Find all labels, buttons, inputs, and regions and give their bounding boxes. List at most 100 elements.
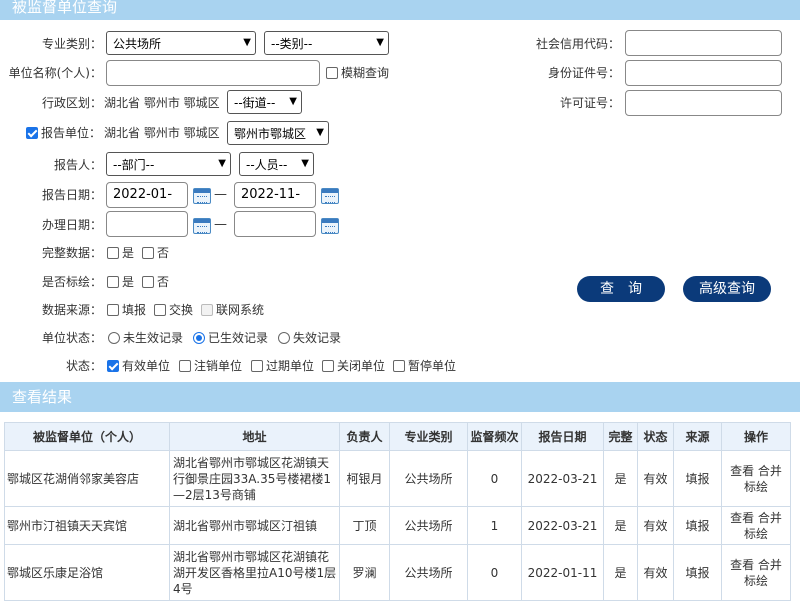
category-select[interactable]: 公共场所 ▼ [106, 31, 256, 55]
marked-yes-label: 是 [122, 275, 135, 289]
advanced-search-button[interactable]: 高级查询 [683, 276, 771, 302]
license-number-input[interactable] [625, 90, 782, 116]
cell-frequency: 0 [467, 450, 522, 507]
license-number-label: 许可证号： [559, 96, 620, 110]
complete-no-label: 否 [157, 246, 170, 260]
cell-complete: 是 [603, 544, 638, 601]
results-table: 被监督单位（个人） 地址 负责人 专业类别 监督频次 报告日期 完整 状态 来源… [4, 422, 791, 601]
street-select-value: --街道-- [234, 95, 276, 110]
report-unit-select[interactable]: 鄂州市鄂城区 ▼ [227, 121, 329, 145]
complete-no-checkbox[interactable] [142, 247, 154, 259]
column-header-date: 报告日期 [521, 422, 604, 451]
status-expired-label: 失效记录 [293, 331, 342, 345]
handle-date-from-input[interactable] [106, 211, 188, 237]
view-link[interactable]: 查看 [730, 511, 754, 525]
fuzzy-search-checkbox[interactable] [326, 67, 338, 79]
cell-unit: 鄂城区花湖俏邻家美容店 [4, 450, 170, 507]
chevron-down-icon: ▼ [316, 127, 324, 138]
marked-yes-checkbox[interactable] [107, 276, 119, 288]
merge-link[interactable]: 合并 [758, 511, 782, 525]
id-number-input[interactable] [625, 60, 782, 86]
complete-yes-checkbox[interactable] [107, 247, 119, 259]
status-expired-radio[interactable] [278, 332, 290, 344]
calendar-icon[interactable] [193, 218, 211, 234]
data-source-label: 数据来源： [41, 303, 102, 317]
mark-link[interactable]: 标绘 [744, 574, 768, 588]
id-number-label: 身份证件号： [547, 66, 620, 80]
subcategory-select[interactable]: --类别-- ▼ [264, 31, 389, 55]
report-unit-label: 报告单位： [41, 126, 102, 140]
mark-link[interactable]: 标绘 [744, 527, 768, 541]
calendar-icon[interactable] [321, 218, 339, 234]
status-effective-radio[interactable] [193, 332, 205, 344]
street-select[interactable]: --街道-- ▼ [227, 90, 302, 114]
complete-data-label: 完整数据： [41, 246, 102, 260]
results-section-header: 查看结果 [0, 382, 800, 412]
state-closed-checkbox[interactable] [322, 360, 334, 372]
cell-frequency: 1 [467, 506, 522, 545]
category-select-value: 公共场所 [113, 36, 162, 51]
cell-frequency: 0 [467, 544, 522, 601]
source-exchange-checkbox[interactable] [154, 304, 166, 316]
cell-status: 有效 [637, 544, 674, 601]
category-label: 专业类别： [41, 37, 102, 51]
column-header-frequency: 监督频次 [467, 422, 522, 451]
calendar-icon[interactable] [193, 188, 211, 204]
table-row: 鄂州市汀祖镇天天宾馆 湖北省鄂州市鄂城区汀祖镇 丁顶 公共场所 1 2022-0… [4, 506, 791, 545]
column-header-address: 地址 [169, 422, 340, 451]
staff-select[interactable]: --人员-- ▼ [239, 152, 314, 176]
department-select[interactable]: --部门-- ▼ [106, 152, 231, 176]
chevron-down-icon: ▼ [289, 96, 297, 107]
unit-status-label: 单位状态： [41, 331, 102, 345]
state-valid-checkbox[interactable] [107, 360, 119, 372]
state-cancelled-checkbox[interactable] [179, 360, 191, 372]
chevron-down-icon: ▼ [218, 158, 226, 169]
marked-label: 是否标绘： [41, 275, 102, 289]
report-date-from-input[interactable]: 2022-01-01 [106, 182, 188, 226]
source-fill-checkbox[interactable] [107, 304, 119, 316]
table-row: 鄂城区花湖俏邻家美容店 湖北省鄂州市鄂城区花湖镇天行御景庄园33A.35号楼裙楼… [4, 450, 791, 507]
report-date-label: 报告日期： [41, 188, 102, 202]
search-button[interactable]: 查 询 [577, 276, 665, 302]
region-text: 湖北省 鄂州市 鄂城区 [104, 96, 220, 110]
region-label: 行政区划： [41, 96, 102, 110]
merge-link[interactable]: 合并 [758, 464, 782, 478]
state-paused-label: 暂停单位 [408, 359, 457, 373]
subcategory-select-value: --类别-- [271, 36, 313, 51]
chevron-down-icon: ▼ [301, 158, 309, 169]
report-unit-text: 湖北省 鄂州市 鄂城区 [104, 126, 220, 140]
status-not-effective-radio[interactable] [108, 332, 120, 344]
staff-select-value: --人员-- [246, 157, 288, 172]
report-unit-checkbox[interactable] [26, 127, 38, 139]
unit-name-label: 单位名称(个人)： [8, 66, 102, 80]
cell-date: 2022-03-21 [521, 506, 604, 545]
calendar-icon[interactable] [321, 188, 339, 204]
report-date-to-input[interactable]: 2022-11-23 [234, 182, 316, 226]
credit-code-label: 社会信用代码： [535, 37, 620, 51]
date-range-dash: — [214, 187, 227, 202]
cell-actions: 查看 合并 标绘 [721, 506, 791, 545]
unit-name-input[interactable] [106, 60, 320, 86]
chevron-down-icon: ▼ [376, 37, 384, 48]
chevron-down-icon: ▼ [243, 37, 251, 48]
state-valid-label: 有效单位 [122, 359, 171, 373]
marked-no-checkbox[interactable] [142, 276, 154, 288]
column-header-person: 负责人 [339, 422, 390, 451]
column-header-category: 专业类别 [389, 422, 468, 451]
cell-date: 2022-01-11 [521, 544, 604, 601]
table-header-row: 被监督单位（个人） 地址 负责人 专业类别 监督频次 报告日期 完整 状态 来源… [4, 422, 791, 451]
cell-source: 填报 [673, 506, 722, 545]
credit-code-input[interactable] [625, 30, 782, 56]
marked-no-label: 否 [157, 275, 170, 289]
handle-date-to-input[interactable] [234, 211, 316, 237]
view-link[interactable]: 查看 [730, 464, 754, 478]
view-link[interactable]: 查看 [730, 558, 754, 572]
state-overdue-checkbox[interactable] [251, 360, 263, 372]
column-header-status: 状态 [637, 422, 674, 451]
source-network-label: 联网系统 [216, 303, 265, 317]
cell-person: 柯银月 [339, 450, 390, 507]
state-paused-checkbox[interactable] [393, 360, 405, 372]
mark-link[interactable]: 标绘 [744, 480, 768, 494]
merge-link[interactable]: 合并 [758, 558, 782, 572]
status-not-effective-label: 未生效记录 [123, 331, 184, 345]
